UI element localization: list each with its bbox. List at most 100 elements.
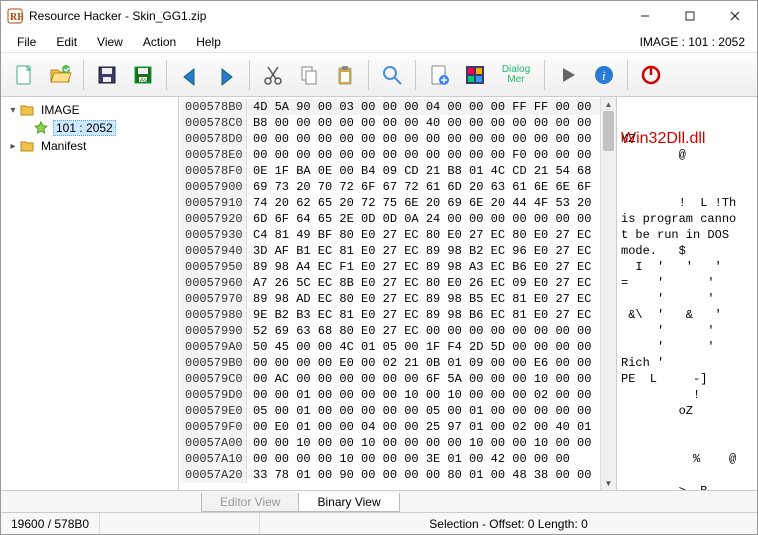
scrollbar-thumb[interactable] [603, 111, 614, 151]
tree-node-101-2052[interactable]: 101 : 2052 [3, 119, 176, 137]
resource-tree[interactable]: ▾ IMAGE 101 : 2052 ▸ Manifest [1, 97, 179, 490]
hex-bytes: 69 73 20 70 72 6F 67 72 61 6D 20 63 61 6… [247, 179, 597, 195]
hex-row[interactable]: 000578F00E 1F BA 0E 00 B4 09 CD 21 B8 01… [181, 163, 600, 179]
ascii-line: PE L -] [621, 371, 753, 387]
undo-button[interactable] [173, 58, 207, 92]
menu-action[interactable]: Action [133, 33, 186, 51]
cut-button[interactable] [256, 58, 290, 92]
hex-row[interactable]: 000579D000 00 01 00 00 00 00 10 00 10 00… [181, 387, 600, 403]
exit-button[interactable] [634, 58, 668, 92]
hex-row[interactable]: 000578E000 00 00 00 00 00 00 00 00 00 00… [181, 147, 600, 163]
hex-offset: 000578F0 [181, 163, 247, 179]
hex-row[interactable]: 0005799052 69 63 68 80 E0 27 EC 00 00 00… [181, 323, 600, 339]
save-button[interactable] [90, 58, 124, 92]
hex-row[interactable]: 0005790069 73 20 70 72 6F 67 72 61 6D 20… [181, 179, 600, 195]
hex-row[interactable]: 00057960A7 26 5C EC 8B E0 27 EC 80 E0 26… [181, 275, 600, 291]
ascii-line: ' ' [621, 323, 753, 339]
menu-view[interactable]: View [87, 33, 133, 51]
ascii-line: oZ [621, 403, 753, 419]
status-empty [100, 513, 260, 534]
hex-row[interactable]: 00057A2033 78 01 00 90 00 00 00 00 80 01… [181, 467, 600, 483]
hex-row[interactable]: 000579206D 6F 64 65 2E 0D 0D 0A 24 00 00… [181, 211, 600, 227]
hex-offset: 00057990 [181, 323, 247, 339]
copy-button[interactable] [292, 58, 326, 92]
hex-row[interactable]: 000579809E B2 B3 EC 81 E0 27 EC 89 98 B6… [181, 307, 600, 323]
hex-row[interactable]: 000579A050 45 00 00 4C 01 05 00 1F F4 2D… [181, 339, 600, 355]
ascii-line [621, 419, 753, 435]
hex-offset: 00057A20 [181, 467, 247, 483]
hex-offset: 00057A10 [181, 451, 247, 467]
expand-icon[interactable]: ▾ [7, 105, 19, 116]
maximize-button[interactable] [667, 1, 712, 31]
hex-bytes: 3D AF B1 EC 81 E0 27 EC 89 98 B2 EC 96 E… [247, 243, 597, 259]
hex-row[interactable]: 000579F000 E0 01 00 00 04 00 00 25 97 01… [181, 419, 600, 435]
import-resources-button[interactable] [458, 58, 492, 92]
app-icon: RH [7, 8, 23, 24]
hex-row[interactable]: 000578B04D 5A 90 00 03 00 00 00 04 00 00… [181, 99, 600, 115]
hex-row[interactable]: 0005791074 20 62 65 20 72 75 6E 20 69 6E… [181, 195, 600, 211]
find-button[interactable] [375, 58, 409, 92]
hex-row[interactable]: 000579B000 00 00 00 E0 00 02 21 0B 01 09… [181, 355, 600, 371]
hex-view[interactable]: 000578B04D 5A 90 00 03 00 00 00 04 00 00… [179, 97, 600, 490]
hex-row[interactable]: 000578C0B8 00 00 00 00 00 00 00 40 00 00… [181, 115, 600, 131]
vertical-scrollbar[interactable]: ▲ ▼ [600, 97, 616, 490]
hex-bytes: 6D 6F 64 65 2E 0D 0D 0A 24 00 00 00 00 0… [247, 211, 597, 227]
hex-row[interactable]: 000578D000 00 00 00 00 00 00 00 00 00 00… [181, 131, 600, 147]
menu-edit[interactable]: Edit [46, 33, 87, 51]
expand-icon[interactable]: ▸ [7, 141, 19, 152]
hex-offset: 000578D0 [181, 131, 247, 147]
tree-node-image[interactable]: ▾ IMAGE [3, 101, 176, 119]
scroll-up-icon[interactable]: ▲ [601, 97, 616, 111]
hex-row[interactable]: 000579C000 AC 00 00 00 00 00 00 6F 5A 00… [181, 371, 600, 387]
tab-editor-view[interactable]: Editor View [201, 493, 299, 512]
hex-row[interactable]: 00057A1000 00 00 00 10 00 00 00 3E 01 00… [181, 451, 600, 467]
scroll-down-icon[interactable]: ▼ [601, 476, 616, 490]
status-position: 19600 / 578B0 [1, 513, 100, 534]
main-area: ▾ IMAGE 101 : 2052 ▸ Manifest 000578B04D… [1, 97, 757, 490]
ascii-line: &\ ' & ' [621, 307, 753, 323]
add-resource-button[interactable] [422, 58, 456, 92]
close-button[interactable] [712, 1, 757, 31]
hex-row[interactable]: 000579E005 00 01 00 00 00 00 00 05 00 01… [181, 403, 600, 419]
ascii-pane: MZ @ ! L !This program cannot be run in … [617, 97, 757, 490]
save-as-button[interactable]: As [126, 58, 160, 92]
hex-row[interactable]: 00057930C4 81 49 BF 80 E0 27 EC 80 E0 27… [181, 227, 600, 243]
ascii-line: ' ' [621, 339, 753, 355]
hex-bytes: 00 00 00 00 00 00 00 00 00 00 00 00 00 0… [247, 131, 597, 147]
about-button[interactable]: i [587, 58, 621, 92]
redo-button[interactable] [209, 58, 243, 92]
hex-bytes: 33 78 01 00 90 00 00 00 00 80 01 00 48 3… [247, 467, 597, 483]
hex-bytes: 00 00 00 00 10 00 00 00 3E 01 00 42 00 0… [247, 451, 576, 467]
hex-offset: 000579F0 [181, 419, 247, 435]
hex-bytes: B8 00 00 00 00 00 00 00 40 00 00 00 00 0… [247, 115, 597, 131]
tab-binary-view[interactable]: Binary View [298, 493, 399, 512]
open-button[interactable] [43, 58, 77, 92]
ascii-line: t be run in DOS [621, 227, 753, 243]
hex-bytes: 0E 1F BA 0E 00 B4 09 CD 21 B8 01 4C CD 2… [247, 163, 597, 179]
paste-button[interactable] [328, 58, 362, 92]
hex-bytes: 89 98 A4 EC F1 E0 27 EC 89 98 A3 EC B6 E… [247, 259, 597, 275]
ascii-line: Rich ' [621, 355, 753, 371]
dialog-merge-button[interactable]: Dialog Mer [494, 58, 538, 92]
menubar: File Edit View Action Help IMAGE : 101 :… [1, 31, 757, 53]
hex-row[interactable]: 00057A0000 00 10 00 00 10 00 00 00 00 10… [181, 435, 600, 451]
tree-node-manifest[interactable]: ▸ Manifest [3, 137, 176, 155]
new-button[interactable] [7, 58, 41, 92]
menu-help[interactable]: Help [186, 33, 231, 51]
hex-bytes: 00 AC 00 00 00 00 00 00 6F 5A 00 00 00 1… [247, 371, 597, 387]
minimize-button[interactable] [622, 1, 667, 31]
hex-offset: 000578C0 [181, 115, 247, 131]
hex-offset: 00057980 [181, 307, 247, 323]
hex-offset: 00057910 [181, 195, 247, 211]
hex-row[interactable]: 000579403D AF B1 EC 81 E0 27 EC 89 98 B2… [181, 243, 600, 259]
ascii-line: I ' ' ' [621, 259, 753, 275]
play-button[interactable] [551, 58, 585, 92]
hex-row[interactable]: 0005797089 98 AD EC 80 E0 27 EC 89 98 B5… [181, 291, 600, 307]
statusbar: 19600 / 578B0 Selection - Offset: 0 Leng… [1, 512, 757, 534]
ascii-line: is program canno [621, 211, 753, 227]
hex-bytes: 00 E0 01 00 00 04 00 00 25 97 01 00 02 0… [247, 419, 597, 435]
tree-label: Manifest [39, 139, 88, 153]
menu-file[interactable]: File [7, 33, 46, 51]
hex-row[interactable]: 0005795089 98 A4 EC F1 E0 27 EC 89 98 A3… [181, 259, 600, 275]
hex-bytes: 00 00 00 00 E0 00 02 21 0B 01 09 00 00 E… [247, 355, 597, 371]
